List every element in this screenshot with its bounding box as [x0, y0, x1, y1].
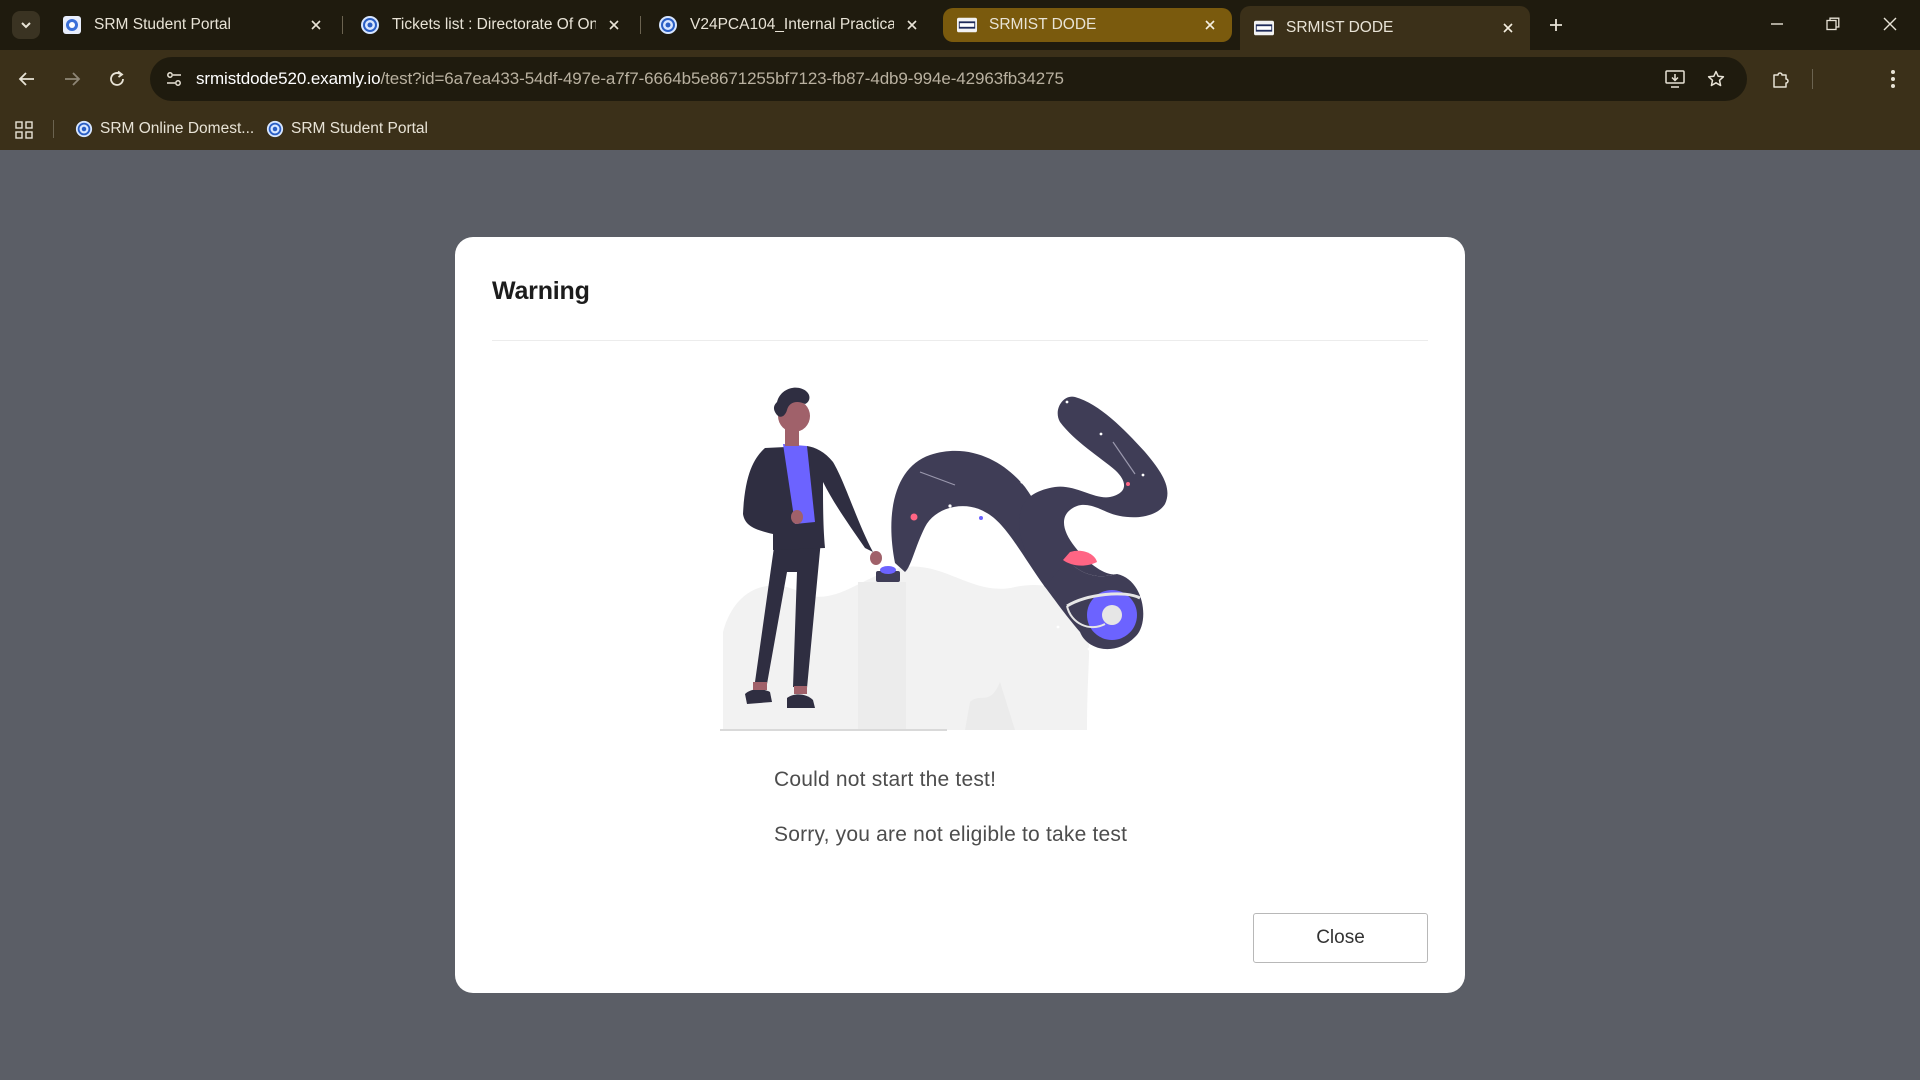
star-icon — [1707, 70, 1725, 87]
tab-title: SRM Student Portal — [94, 16, 231, 33]
srm-online-icon — [75, 120, 93, 138]
restore-icon — [1826, 17, 1840, 31]
bookmark-label: SRM Student Portal — [291, 120, 428, 137]
srm-online-icon — [266, 120, 284, 138]
browser-toolbar: srmistdode520.examly.io/test?id=6a7ea433… — [0, 50, 1920, 140]
restore-button[interactable] — [1813, 6, 1853, 42]
error-message: Could not start the test! — [774, 768, 997, 791]
tab-title: Tickets list : Directorate Of Online — [392, 16, 596, 33]
forward-button[interactable] — [56, 63, 88, 95]
new-tab-button[interactable] — [1542, 11, 1570, 39]
arrow-right-icon — [65, 72, 81, 86]
puzzle-icon — [1773, 72, 1789, 88]
site-info-button[interactable] — [160, 65, 188, 93]
address-bar[interactable]: srmistdode520.examly.io/test?id=6a7ea433… — [150, 57, 1747, 101]
close-button[interactable]: Close — [1253, 913, 1428, 963]
bookmarks-separator — [53, 120, 54, 138]
dialog-divider — [492, 340, 1428, 341]
arrow-left-icon — [18, 72, 34, 86]
tab-tickets-list[interactable]: Tickets list : Directorate Of Online — [346, 8, 636, 42]
url-text: srmistdode520.examly.io/test?id=6a7ea433… — [196, 69, 1064, 89]
tune-icon — [167, 72, 181, 86]
tab-srm-student-portal[interactable]: SRM Student Portal — [48, 8, 338, 42]
bookmark-srm-student-portal[interactable]: SRM Student Portal — [266, 116, 428, 142]
tab-title: SRMIST DODE — [989, 16, 1097, 33]
srmist-dode-icon — [1254, 18, 1274, 38]
extensions-button[interactable] — [1765, 63, 1797, 95]
srm-online-icon — [658, 15, 678, 35]
tab-separator — [342, 16, 343, 34]
plus-icon — [1550, 19, 1562, 31]
install-app-icon — [1665, 70, 1685, 88]
srmist-dode-icon — [957, 15, 977, 35]
more-vertical-icon — [1891, 70, 1895, 88]
bookmark-srm-online[interactable]: SRM Online Domest... — [75, 116, 254, 142]
back-button[interactable] — [11, 63, 43, 95]
warning-dialog: Warning Could not start the test! Sorry,… — [455, 237, 1465, 993]
tab-internal-practical[interactable]: V24PCA104_Internal Practical Assessment — [644, 8, 934, 42]
tab-title: SRMIST DODE — [1286, 19, 1394, 36]
reload-button[interactable] — [101, 63, 133, 95]
close-icon[interactable] — [902, 15, 922, 35]
install-app-button[interactable] — [1661, 65, 1689, 93]
tab-srmist-dode[interactable]: SRMIST DODE — [943, 8, 1232, 42]
url-host: srmistdode520.examly.io — [196, 69, 381, 88]
close-icon[interactable] — [1498, 18, 1518, 38]
chevron-down-icon — [21, 22, 31, 29]
url-path: /test?id=6a7ea433-54df-497e-a7f7-6664b5e… — [380, 69, 1064, 88]
push-button-top — [880, 566, 896, 574]
dialog-title: Warning — [492, 277, 590, 305]
person-pressing-button-illustration — [720, 387, 1168, 731]
srm-online-icon — [360, 15, 380, 35]
tab-search-button[interactable] — [12, 11, 40, 39]
browser-menu-button[interactable] — [1877, 63, 1909, 95]
close-icon[interactable] — [604, 15, 624, 35]
reload-icon — [110, 70, 124, 86]
toolbar-separator — [1812, 69, 1813, 89]
pedestal — [858, 582, 906, 730]
tab-separator — [640, 16, 641, 34]
bookmark-label: SRM Online Domest... — [100, 120, 255, 137]
apps-grid-icon — [15, 121, 33, 139]
window-close-button[interactable] — [1870, 6, 1910, 42]
bookmark-star-button[interactable] — [1702, 65, 1730, 93]
close-icon[interactable] — [306, 15, 326, 35]
bookmarks-bar: SRM Online Domest... SRM Student Portal — [0, 108, 1920, 150]
close-icon[interactable] — [1200, 15, 1220, 35]
tab-srmist-dode-active[interactable]: SRMIST DODE — [1240, 6, 1530, 50]
minimize-icon — [1771, 23, 1783, 25]
close-icon — [1883, 17, 1897, 31]
srm-portal-icon — [62, 15, 82, 35]
tab-strip: SRM Student Portal Tickets list : Direct… — [0, 0, 1920, 50]
apps-button[interactable] — [12, 118, 36, 142]
minimize-button[interactable] — [1757, 6, 1797, 42]
tab-title: V24PCA104_Internal Practical Assessment — [690, 16, 894, 33]
eligibility-message: Sorry, you are not eligible to take test — [774, 823, 1128, 846]
